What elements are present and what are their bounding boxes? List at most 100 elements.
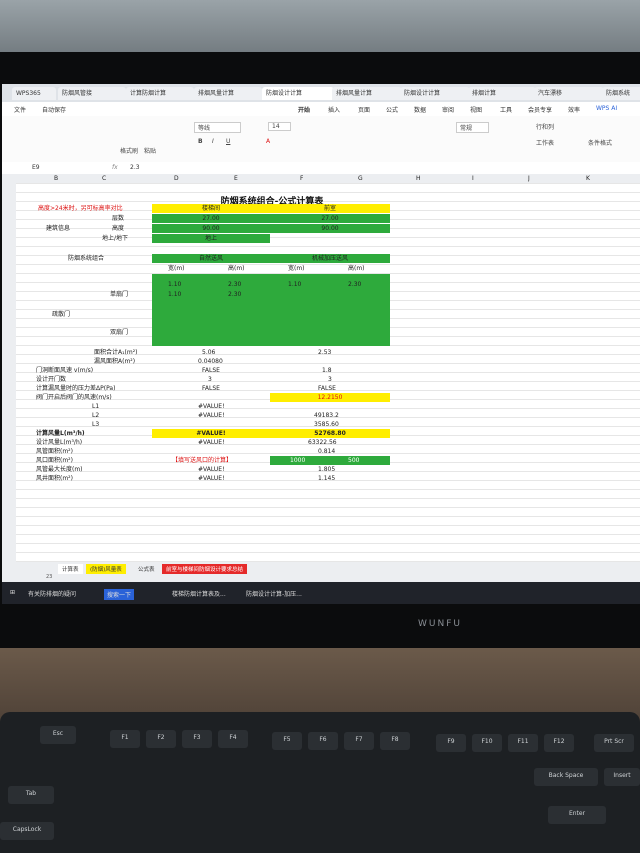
taskbar-search[interactable]: 有关防排烟的疑问 xyxy=(28,589,76,598)
tab-item[interactable]: 防烟设计计算 xyxy=(400,87,470,100)
col-header[interactable]: D xyxy=(174,174,179,183)
label-duct-area[interactable]: 风管面积(m²) xyxy=(36,447,73,456)
label-l1[interactable]: L1 xyxy=(92,402,99,411)
cell-calc-right[interactable]: 52768.80 xyxy=(270,429,390,438)
menu-efficiency[interactable]: 效率 xyxy=(568,105,580,114)
tab-item[interactable]: 排烟计算 xyxy=(468,87,536,100)
key-tab[interactable]: Tab xyxy=(8,786,54,804)
key-f3[interactable]: F3 xyxy=(182,730,212,748)
col-header[interactable]: F xyxy=(300,174,303,183)
underline-icon[interactable]: U xyxy=(226,138,230,145)
label-l3[interactable]: L3 xyxy=(92,420,99,429)
key-f6[interactable]: F6 xyxy=(308,732,338,750)
col-header[interactable]: H xyxy=(416,174,421,183)
key-f1[interactable]: F1 xyxy=(110,730,140,748)
cell-shaft-right[interactable]: 1.145 xyxy=(318,474,335,483)
col-header[interactable]: E xyxy=(234,174,238,183)
label-high[interactable]: 高(m) xyxy=(228,264,245,273)
cell-valve-speed[interactable]: 12.2150 xyxy=(270,393,390,402)
tab-item[interactable]: 排烟风量计算 xyxy=(194,87,262,100)
cell-d2-w[interactable]: 1.10 xyxy=(168,290,181,299)
label-floors[interactable]: 层数 xyxy=(112,214,124,223)
col-header[interactable]: G xyxy=(358,174,363,183)
cell-l3-right[interactable]: 3585.60 xyxy=(314,420,339,429)
key-backspace[interactable]: Back Space xyxy=(534,768,598,786)
label-calc-air[interactable]: 计算风量L(m³/h) xyxy=(36,429,85,438)
cell-l2-right[interactable]: 49183.2 xyxy=(314,411,339,420)
label-outlet-area[interactable]: 风口面积(m²) xyxy=(36,456,73,465)
label-valve-speed[interactable]: 阀门开启后阀门的风速(m/s) xyxy=(36,393,112,402)
format-painter-button[interactable]: 格式刷 xyxy=(120,146,138,155)
font-size-select[interactable]: 14 xyxy=(268,122,291,131)
cell-floors-left[interactable]: 27.00 xyxy=(152,214,270,223)
cell-above-left[interactable]: 地上 xyxy=(152,234,270,243)
col-header[interactable]: I xyxy=(472,174,474,183)
cell-floors-right[interactable]: 27.00 xyxy=(270,214,390,223)
col-header[interactable]: J xyxy=(528,174,530,183)
menu-member[interactable]: 会员专享 xyxy=(528,105,552,114)
key-f8[interactable]: F8 xyxy=(380,732,410,750)
menu-home[interactable]: 开始 xyxy=(298,105,310,114)
label-door[interactable]: 疏散门 xyxy=(52,310,70,319)
label-above[interactable]: 地上/地下 xyxy=(102,234,128,243)
col-header[interactable]: C xyxy=(102,174,106,183)
key-f12[interactable]: F12 xyxy=(544,734,574,752)
rows-columns-button[interactable]: 行和列 xyxy=(536,122,554,131)
tab-item[interactable]: 防烟风管接 xyxy=(58,87,126,100)
cell-design-left[interactable]: #VALUE! xyxy=(198,438,224,447)
label-building-info[interactable]: 建筑信息 xyxy=(46,224,70,233)
cell-height-right[interactable]: 90.00 xyxy=(270,224,390,233)
sheet-tab[interactable]: 计算表 xyxy=(58,564,83,574)
label-high-2[interactable]: 高(m) xyxy=(348,264,365,273)
label-pressure[interactable]: 计算漏风量时的压力差ΔP(Pa) xyxy=(36,384,115,393)
number-format-select[interactable]: 常规 xyxy=(456,122,490,133)
key-esc[interactable]: Esc xyxy=(40,726,76,744)
menu-view[interactable]: 视图 xyxy=(470,105,482,114)
key-f11[interactable]: F11 xyxy=(508,734,538,752)
name-box[interactable]: E9 xyxy=(32,164,40,171)
label-open-doors[interactable]: 设计开门数 xyxy=(36,375,66,384)
label-leak[interactable]: 漏风面积A(m²) xyxy=(94,357,135,366)
taskbar-app[interactable]: 防烟设计计算-加压... xyxy=(246,589,302,598)
cell-outlet-r1[interactable]: 1000 xyxy=(290,456,305,465)
tab-item[interactable]: 防烟系统 xyxy=(602,87,640,100)
label-width-2[interactable]: 宽(m) xyxy=(288,264,305,273)
cell-combo-left[interactable]: 自然送风 xyxy=(152,254,270,263)
note-cell[interactable]: 高度>24米时，另可标高率对比 xyxy=(38,204,123,213)
label-single-door[interactable]: 单扇门 xyxy=(110,290,128,299)
menu-wps-ai[interactable]: WPS AI xyxy=(596,105,617,112)
cell-p-left[interactable]: FALSE xyxy=(202,384,220,393)
menu-file[interactable]: 文件 xyxy=(14,105,26,114)
header-stair[interactable]: 楼梯间 xyxy=(152,204,270,213)
cell-len-left[interactable]: #VALUE! xyxy=(198,465,224,474)
taskbar-app[interactable]: 楼梯防烟计算表及... xyxy=(172,589,226,598)
key-print-screen[interactable]: Prt Scr xyxy=(594,734,634,752)
key-f2[interactable]: F2 xyxy=(146,730,176,748)
cell-l2-left[interactable]: #VALUE! xyxy=(198,411,224,420)
sheet-tab[interactable]: (防烟)风量表 xyxy=(86,564,126,574)
cell-v-right[interactable]: 1.8 xyxy=(322,366,332,375)
key-f7[interactable]: F7 xyxy=(344,732,374,750)
cell-d1-w2[interactable]: 1.10 xyxy=(288,280,301,289)
key-enter[interactable]: Enter xyxy=(548,806,606,824)
cell-area-right[interactable]: 2.53 xyxy=(318,348,331,357)
label-height[interactable]: 高度 xyxy=(112,224,124,233)
key-f9[interactable]: F9 xyxy=(436,734,466,752)
label-design-air[interactable]: 设计风量L(m³/h) xyxy=(36,438,82,447)
menu-formula[interactable]: 公式 xyxy=(386,105,398,114)
cell-n-right[interactable]: 3 xyxy=(328,375,332,384)
cell-combo-right[interactable]: 机械加压送风 xyxy=(270,254,390,263)
label-area[interactable]: 面积合计A₁(m²) xyxy=(94,348,137,357)
cell-d2-h[interactable]: 2.30 xyxy=(228,290,241,299)
cell-height-left[interactable]: 90.00 xyxy=(152,224,270,233)
col-header[interactable]: K xyxy=(586,174,590,183)
bold-icon[interactable]: B xyxy=(198,138,203,145)
cell-d1-h[interactable]: 2.30 xyxy=(228,280,241,289)
cell-d1-w[interactable]: 1.10 xyxy=(168,280,181,289)
taskbar-search-button[interactable]: 搜索一下 xyxy=(104,589,135,600)
menu-data[interactable]: 数据 xyxy=(414,105,426,114)
cell-v-left[interactable]: FALSE xyxy=(202,366,220,375)
cell-len-right[interactable]: 1.805 xyxy=(318,465,335,474)
menu-tools[interactable]: 工具 xyxy=(500,105,512,114)
label-l2[interactable]: L2 xyxy=(92,411,99,420)
